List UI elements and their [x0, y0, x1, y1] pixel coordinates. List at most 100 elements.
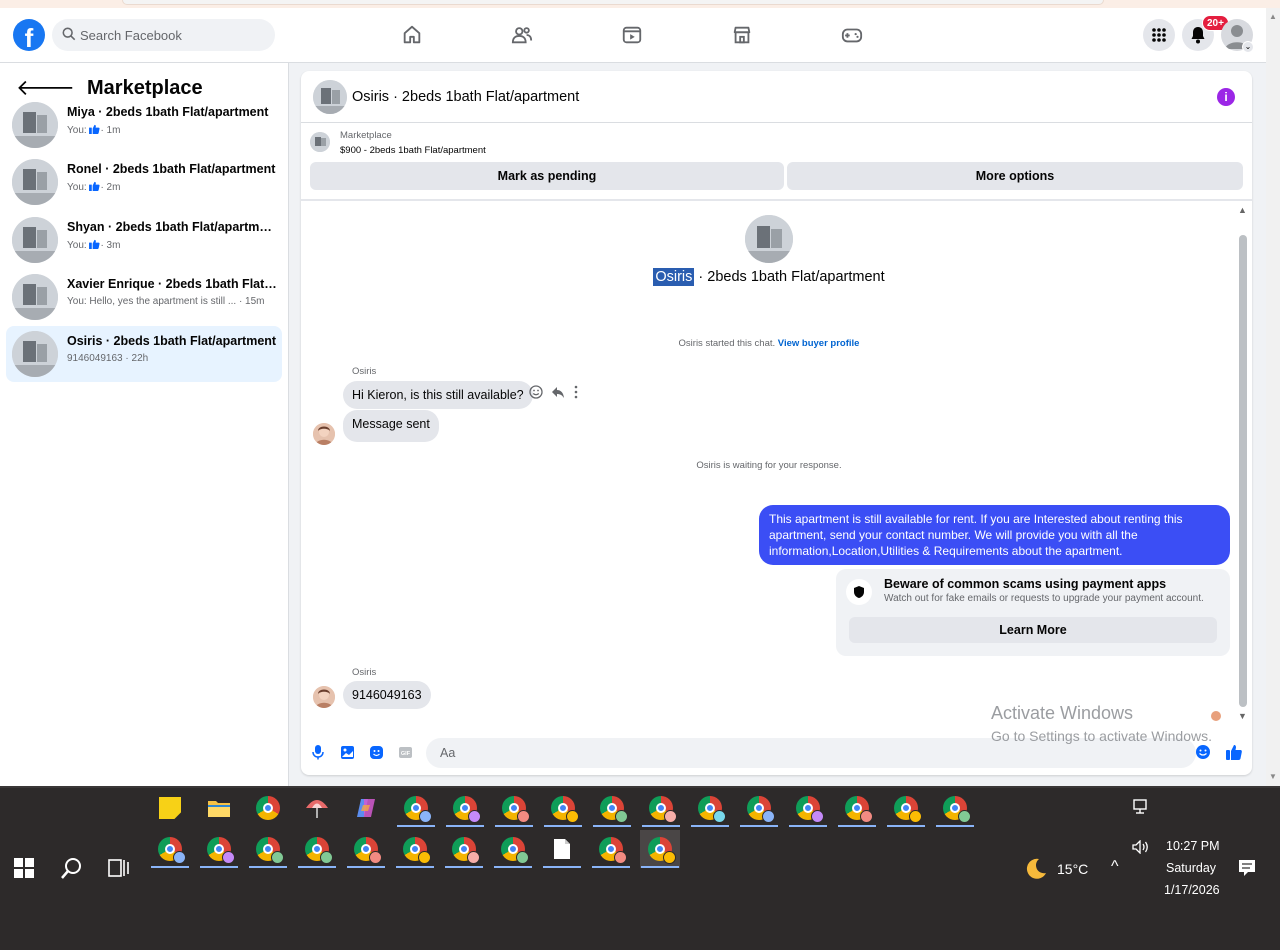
back-arrow-icon[interactable]: 🡐: [16, 77, 75, 99]
sender-avatar[interactable]: [313, 423, 335, 445]
file-explorer-icon[interactable]: [199, 789, 239, 827]
profile-badge: [566, 810, 579, 823]
umbrella-app-icon[interactable]: [297, 789, 337, 827]
chrome-profile-icon[interactable]: [640, 830, 680, 868]
conversation-item[interactable]: Osiris · 2beds 1bath Flat/apartment 91460…: [6, 326, 282, 382]
weather-temperature[interactable]: 15°C: [1057, 861, 1088, 877]
menu-grid-icon[interactable]: [1143, 19, 1175, 51]
friends-icon[interactable]: [509, 22, 535, 48]
chrome-profile-icon[interactable]: [346, 830, 386, 868]
intro-listing-avatar[interactable]: [745, 215, 793, 263]
notifications-center-icon[interactable]: [1238, 859, 1256, 877]
chrome-profile-icon[interactable]: [543, 789, 583, 827]
video-icon[interactable]: [619, 22, 645, 48]
incoming-message[interactable]: Hi Kieron, is this still available?: [343, 381, 533, 409]
conversation-item[interactable]: Miya · 2beds 1bath Flat/apartment You: · …: [6, 97, 282, 153]
gif-icon[interactable]: GIF: [396, 743, 414, 761]
chrome-profile-icon[interactable]: [199, 830, 239, 868]
chrome-profile-icon[interactable]: [494, 789, 534, 827]
conversation-name: Miya · 2beds 1bath Flat/apartment: [67, 105, 269, 119]
profile-badge: [516, 851, 529, 864]
chrome-profile-icon[interactable]: [886, 789, 926, 827]
chrome-icon: [796, 796, 824, 823]
chrome-profile-icon[interactable]: [297, 830, 337, 868]
info-icon[interactable]: i: [1217, 88, 1235, 106]
chrome-profile-icon[interactable]: [395, 830, 435, 868]
chrome-profile-icon[interactable]: [690, 789, 730, 827]
react-emoji-icon[interactable]: [529, 385, 543, 404]
chat-started-notice: Osiris started this chat. View buyer pro…: [301, 338, 1237, 349]
more-vertical-icon[interactable]: [573, 385, 579, 404]
gaming-icon[interactable]: [839, 22, 865, 48]
scroll-up-arrow-icon[interactable]: ▲: [1269, 12, 1277, 21]
like-thumbs-up-icon[interactable]: [1225, 743, 1243, 761]
page-scrollbar[interactable]: ▲ ▼: [1266, 8, 1280, 786]
taskbar-search-icon[interactable]: [60, 856, 84, 880]
conversation-item[interactable]: Xavier Enrique · 2beds 1bath Flat/a... Yo…: [6, 269, 282, 325]
photo-icon[interactable]: [338, 743, 356, 761]
marketplace-icon[interactable]: [729, 22, 755, 48]
tray-chevron-up-icon[interactable]: ^: [1111, 858, 1119, 876]
listing-thumbnail[interactable]: [310, 132, 330, 152]
chrome-profile-icon[interactable]: [788, 789, 828, 827]
scroll-down-arrow-icon[interactable]: ▼: [1269, 772, 1277, 781]
chrome-icon[interactable]: [248, 789, 288, 827]
thread-scroll-thumb[interactable]: [1239, 235, 1247, 707]
profile-badge: [615, 810, 628, 823]
chrome-profile-icon[interactable]: [396, 789, 436, 827]
clock-time[interactable]: 10:27 PM: [1166, 839, 1220, 853]
copilot-icon[interactable]: [346, 789, 386, 827]
network-icon[interactable]: [1133, 799, 1151, 815]
chrome-profile-icon[interactable]: [248, 830, 288, 868]
chat-listing-avatar[interactable]: [313, 80, 347, 114]
chrome-profile-icon[interactable]: [641, 789, 681, 827]
volume-icon[interactable]: [1132, 840, 1150, 854]
windows-start-icon[interactable]: [14, 858, 34, 878]
chrome-profile-icon[interactable]: [150, 830, 190, 868]
listing-price[interactable]: $900 - 2beds 1bath Flat/apartment: [340, 145, 486, 156]
reply-icon[interactable]: [551, 385, 565, 404]
chrome-profile-icon[interactable]: [837, 789, 877, 827]
chrome-profile-icon[interactable]: [444, 830, 484, 868]
clock-day[interactable]: Saturday: [1166, 861, 1216, 875]
chrome-icon: [698, 796, 726, 823]
chrome-profile-icon[interactable]: [739, 789, 779, 827]
sticky-notes-icon[interactable]: [150, 789, 190, 827]
conversation-item[interactable]: Ronel · 2beds 1bath Flat/apartment You: ·…: [6, 154, 282, 210]
chrome-profile-icon[interactable]: [493, 830, 533, 868]
microphone-icon[interactable]: [309, 743, 327, 761]
moon-weather-icon[interactable]: [1024, 857, 1048, 881]
view-buyer-profile-link[interactable]: View buyer profile: [778, 338, 860, 349]
sticker-icon[interactable]: [367, 743, 385, 761]
outgoing-message[interactable]: This apartment is still available for re…: [759, 505, 1230, 565]
incoming-message[interactable]: 9146049163: [343, 681, 431, 709]
task-view-icon[interactable]: [108, 858, 130, 878]
mark-as-pending-button[interactable]: Mark as pending: [310, 162, 784, 190]
emoji-icon[interactable]: [1194, 743, 1212, 761]
thread-scroll-up-icon[interactable]: ▲: [1238, 205, 1247, 215]
search-box[interactable]: [52, 19, 275, 51]
chrome-profile-icon[interactable]: [935, 789, 975, 827]
learn-more-button[interactable]: Learn More: [849, 617, 1217, 643]
chrome-icon: [747, 796, 775, 823]
clock-date[interactable]: 1/17/2026: [1164, 883, 1220, 897]
thread-scrollbar[interactable]: ▲ ▼: [1237, 205, 1249, 727]
chrome-profile-icon[interactable]: [592, 789, 632, 827]
search-input[interactable]: [80, 19, 270, 51]
chrome-profile-icon[interactable]: [591, 830, 631, 868]
profile-badge: [811, 810, 824, 823]
account-chevron-down-icon[interactable]: ⌄: [1242, 41, 1254, 53]
chrome-profile-icon[interactable]: [445, 789, 485, 827]
preview-text: You:: [67, 182, 87, 193]
incoming-message[interactable]: Message sent: [343, 410, 439, 442]
home-icon[interactable]: [399, 22, 425, 48]
thread-scroll-down-icon[interactable]: ▼: [1238, 711, 1247, 721]
like-thumbs-up-icon: [89, 124, 100, 136]
chrome-icon: [453, 796, 481, 823]
seen-indicator-avatar: [1211, 711, 1221, 721]
sender-avatar[interactable]: [313, 686, 335, 708]
more-options-button[interactable]: More options: [787, 162, 1243, 190]
document-file-icon[interactable]: [542, 830, 582, 868]
facebook-logo-icon[interactable]: f: [13, 19, 45, 51]
conversation-item[interactable]: Shyan · 2beds 1bath Flat/apartment You: ·…: [6, 212, 282, 268]
